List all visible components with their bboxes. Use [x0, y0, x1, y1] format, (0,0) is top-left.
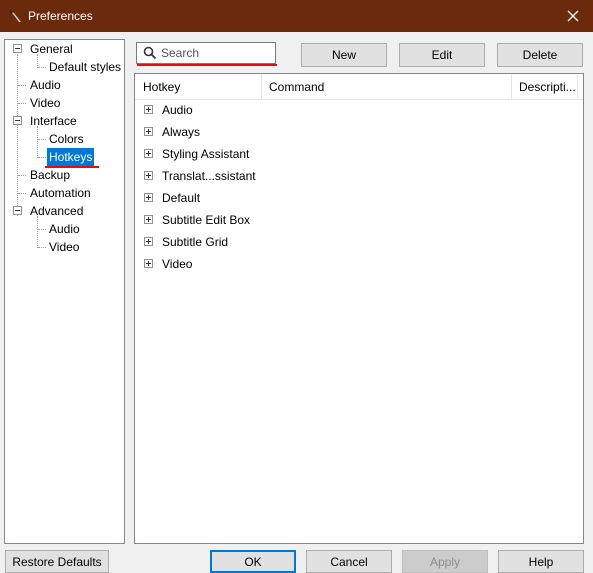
- tree-item-hotkeys[interactable]: Hotkeys: [47, 148, 95, 166]
- column-separator[interactable]: [577, 74, 578, 100]
- restore-defaults-button[interactable]: Restore Defaults: [5, 550, 109, 573]
- cancel-button[interactable]: Cancel: [306, 550, 392, 573]
- window-title: Preferences: [28, 9, 93, 23]
- close-button[interactable]: [553, 0, 593, 32]
- tree-connector: [38, 229, 46, 230]
- annotation-underline: [137, 64, 277, 66]
- list-item[interactable]: Default: [135, 187, 583, 209]
- tree-connector: [18, 175, 26, 176]
- tree-item-advanced[interactable]: Advanced: [30, 202, 83, 220]
- list-item-label: Video: [162, 257, 193, 271]
- tree-item-interface[interactable]: Interface: [30, 112, 77, 130]
- app-icon: [9, 10, 21, 22]
- list-item[interactable]: Translat...ssistant: [135, 165, 583, 187]
- expand-icon[interactable]: [144, 193, 153, 202]
- list-item-label: Default: [162, 191, 201, 205]
- column-header-hotkey[interactable]: Hotkey: [135, 74, 261, 100]
- list-item[interactable]: Audio: [135, 99, 583, 121]
- tree-item-audio[interactable]: Audio: [30, 76, 61, 94]
- tree-item-advanced-video[interactable]: Video: [49, 238, 79, 256]
- list-item[interactable]: Always: [135, 121, 583, 143]
- tree-connector: [18, 85, 26, 86]
- help-button[interactable]: Help: [498, 550, 584, 573]
- tree-connector: [38, 139, 46, 140]
- column-header-command[interactable]: Command: [261, 74, 511, 100]
- tree-connector: [18, 193, 26, 194]
- tree-connector: [18, 103, 26, 104]
- tree-connector: [38, 67, 46, 68]
- expand-icon[interactable]: [144, 259, 153, 268]
- expand-icon[interactable]: [144, 105, 153, 114]
- list-item-label: Subtitle Grid: [162, 235, 229, 249]
- tree-connector: [17, 54, 18, 216]
- ok-button[interactable]: OK: [210, 550, 296, 573]
- list-item[interactable]: Subtitle Grid: [135, 231, 583, 253]
- collapse-icon[interactable]: [13, 206, 22, 215]
- expand-icon[interactable]: [144, 127, 153, 136]
- collapse-icon[interactable]: [13, 116, 22, 125]
- tree-item-default-styles[interactable]: Default styles: [49, 58, 121, 76]
- tree-item-general[interactable]: General: [30, 40, 73, 58]
- tree-item-video[interactable]: Video: [30, 94, 60, 112]
- list-item[interactable]: Styling Assistant: [135, 143, 583, 165]
- tree-item-advanced-audio[interactable]: Audio: [49, 220, 80, 238]
- column-header-description[interactable]: Descripti...: [511, 74, 577, 100]
- collapse-icon[interactable]: [13, 44, 22, 53]
- tree-connector: [37, 126, 38, 158]
- expand-icon[interactable]: [144, 215, 153, 224]
- close-icon: [567, 10, 579, 22]
- list-item-label: Translat...ssistant: [162, 169, 256, 183]
- list-item-label: Always: [162, 125, 201, 139]
- tree-connector: [38, 157, 46, 158]
- expand-icon[interactable]: [144, 237, 153, 246]
- title-bar: Preferences: [0, 0, 593, 32]
- list-item-label: Styling Assistant: [162, 147, 250, 161]
- search-box[interactable]: [136, 42, 276, 64]
- edit-button[interactable]: Edit: [399, 43, 485, 67]
- search-input[interactable]: [159, 44, 271, 62]
- new-button[interactable]: New: [301, 43, 387, 67]
- tree-item-automation[interactable]: Automation: [30, 184, 91, 202]
- tree-item-colors[interactable]: Colors: [49, 130, 84, 148]
- delete-button[interactable]: Delete: [497, 43, 583, 67]
- tree-item-backup[interactable]: Backup: [30, 166, 70, 184]
- list-item[interactable]: Subtitle Edit Box: [135, 209, 583, 231]
- list-item[interactable]: Video: [135, 253, 583, 275]
- expand-icon[interactable]: [144, 171, 153, 180]
- list-header: Hotkey Command Descripti...: [135, 74, 583, 100]
- tree-connector: [37, 216, 38, 248]
- tree-connector: [38, 247, 46, 248]
- expand-icon[interactable]: [144, 149, 153, 158]
- preferences-tree[interactable]: General Default styles Audio Video Inter…: [4, 39, 125, 544]
- hotkey-list[interactable]: Hotkey Command Descripti... Audio Always…: [134, 73, 584, 544]
- list-item-label: Audio: [162, 103, 193, 117]
- search-icon: [143, 46, 157, 60]
- apply-button[interactable]: Apply: [402, 550, 488, 573]
- list-item-label: Subtitle Edit Box: [162, 213, 251, 227]
